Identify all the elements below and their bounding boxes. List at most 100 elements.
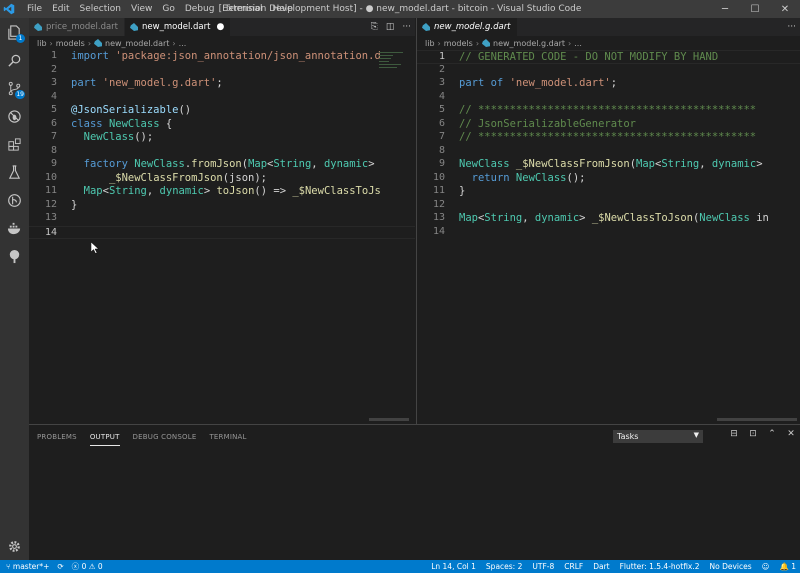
tab-output[interactable]: OUTPUT <box>89 427 120 446</box>
menu-file[interactable]: File <box>22 0 47 18</box>
feedback-icon[interactable]: ☺ <box>762 562 770 571</box>
menu-go[interactable]: Go <box>157 0 179 18</box>
explorer-badge: 1 <box>16 34 25 43</box>
code-line: 14 <box>432 225 445 237</box>
sync-icon[interactable]: ⟳ <box>57 562 63 571</box>
tab-terminal[interactable]: TERMINAL <box>209 427 246 445</box>
line-ending[interactable]: CRLF <box>564 562 583 571</box>
editor-actions-left: ⎘ ◫ ··· <box>371 18 411 36</box>
dart-file-icon <box>130 23 139 31</box>
menu-edit[interactable]: Edit <box>47 0 74 18</box>
flutter-version[interactable]: Flutter: 1.5.4-hotfix.2 <box>620 562 700 571</box>
error-count: 0 <box>81 562 87 571</box>
code-line: 2 <box>50 63 57 75</box>
code-line: 6// JsonSerializableGenerator <box>438 117 637 130</box>
debug-icon[interactable] <box>4 106 25 127</box>
maximize-icon[interactable]: ☐ <box>740 0 770 18</box>
horizontal-scrollbar[interactable] <box>369 418 409 421</box>
code-line: 12} <box>44 198 78 211</box>
editor-group-right: new_model.g.dart ··· lib › models › new_mo… <box>416 18 800 424</box>
device-selector[interactable]: No Devices <box>710 562 752 571</box>
split-editor-icon[interactable]: ◫ <box>386 22 395 32</box>
language-mode[interactable]: Dart <box>593 562 609 571</box>
breadcrumb-right: lib › models › new_model.g.dart › ... <box>425 38 582 48</box>
cursor-position[interactable]: Ln 14, Col 1 <box>431 562 476 571</box>
clear-output-icon[interactable]: ⊟ <box>729 429 739 439</box>
problems-status[interactable]: ⓧ 0 ⚠ 0 <box>72 561 103 572</box>
code-line: 3 part of 'new_model.dart'; <box>438 77 618 89</box>
code-line: 5 @JsonSerializable() <box>50 104 192 116</box>
tab-problems[interactable]: PROBLEMS <box>37 427 77 445</box>
mouse-pointer-icon <box>91 242 99 254</box>
breadcrumb-item[interactable]: lib <box>37 39 47 48</box>
close-icon[interactable]: ✕ <box>770 0 800 18</box>
editor-actions-right: ··· <box>787 18 796 36</box>
scm-badge: 19 <box>15 90 25 99</box>
source-control-icon[interactable]: 19 <box>4 78 25 99</box>
tab-label: price_model.dart <box>46 22 119 32</box>
breadcrumb-item[interactable]: ... <box>179 39 187 48</box>
window-controls: ─ ☐ ✕ <box>710 0 800 18</box>
more-actions-icon[interactable]: ··· <box>787 22 796 32</box>
tab-label: new_model.g.dart <box>434 22 511 32</box>
code-line: 4 <box>50 90 57 102</box>
code-line: 13 Map<String, dynamic> _$NewClassToJson(… <box>432 212 769 224</box>
minimap-left[interactable] <box>379 52 407 92</box>
chevron-down-icon: ▼ <box>693 431 699 439</box>
code-line: 12 <box>432 198 445 210</box>
breadcrumb-item[interactable]: models <box>56 39 85 48</box>
tab-debug-console[interactable]: DEBUG CONSOLE <box>133 427 197 445</box>
more-actions-icon[interactable]: ··· <box>402 22 411 32</box>
tab-price-model[interactable]: price_model.dart <box>29 18 126 36</box>
tab-new-model[interactable]: new_model.dart ● <box>125 18 232 36</box>
code-line: 11 Map<String, dynamic> toJson() => _$Ne… <box>44 185 381 197</box>
dart-file-icon <box>482 39 491 47</box>
code-line: 10 return NewClass(); <box>432 171 586 184</box>
breadcrumb-item[interactable]: models <box>444 39 473 48</box>
lock-scroll-icon[interactable]: ⊡ <box>748 429 758 439</box>
code-line: 6 class NewClass { <box>50 117 173 130</box>
breadcrumb-item[interactable]: lib <box>425 39 435 48</box>
code-editor-left[interactable]: 1 import 'package:json_annotation/json_an… <box>29 50 415 424</box>
encoding[interactable]: UTF-8 <box>532 562 554 571</box>
minimize-icon[interactable]: ─ <box>710 0 740 18</box>
breadcrumb-item[interactable]: new_model.g.dart <box>493 39 565 48</box>
code-line: 3 part 'new_model.g.dart'; <box>50 77 223 89</box>
branch-status[interactable]: ⑂ master*+ <box>6 562 49 571</box>
breadcrumb-item[interactable]: ... <box>574 39 582 48</box>
menu-view[interactable]: View <box>126 0 157 18</box>
code-line: 7// ************************************… <box>438 131 757 143</box>
output-channel-select[interactable]: Tasks ▼ <box>613 430 703 443</box>
search-icon[interactable] <box>4 50 25 71</box>
menu-bar: File Edit Selection View Go Debug Termin… <box>22 0 298 18</box>
horizontal-scrollbar[interactable] <box>717 418 797 421</box>
tab-bar-left: price_model.dart new_model.dart ● ⎘ ◫ ··… <box>29 18 415 36</box>
menu-terminal[interactable]: Terminal <box>219 0 267 18</box>
code-line: 13 <box>44 212 57 223</box>
test-flask-icon[interactable] <box>4 162 25 183</box>
dart-file-icon <box>94 39 103 47</box>
maximize-panel-icon[interactable]: ⌃ <box>767 429 777 439</box>
extensions-icon[interactable] <box>4 134 25 155</box>
breadcrumb-item[interactable]: new_model.dart <box>105 39 169 48</box>
notifications-status[interactable]: 🔔 1 <box>779 562 796 571</box>
settings-gear-icon[interactable] <box>4 536 25 557</box>
menu-debug[interactable]: Debug <box>180 0 220 18</box>
code-line: 2 <box>438 63 445 75</box>
gitlens-icon[interactable] <box>4 190 25 211</box>
code-editor-right[interactable]: 1// GENERATED CODE - DO NOT MODIFY BY HA… <box>417 50 800 424</box>
menu-help[interactable]: Help <box>267 0 298 18</box>
code-line: 10 _$NewClassFromJson(json); <box>44 171 267 184</box>
tree-icon[interactable] <box>4 246 25 267</box>
explorer-icon[interactable]: 1 <box>4 22 25 43</box>
tab-new-model-g[interactable]: new_model.g.dart <box>417 18 518 36</box>
open-changes-icon[interactable]: ⎘ <box>371 22 378 32</box>
docker-icon[interactable] <box>4 218 25 239</box>
code-line: 5// ************************************… <box>438 104 757 116</box>
close-panel-icon[interactable]: ✕ <box>786 429 796 439</box>
notification-count: 1 <box>791 562 796 571</box>
indentation[interactable]: Spaces: 2 <box>486 562 522 571</box>
code-line: 8 <box>438 144 445 156</box>
unsaved-dot-icon[interactable]: ● <box>216 22 224 32</box>
menu-selection[interactable]: Selection <box>75 0 126 18</box>
